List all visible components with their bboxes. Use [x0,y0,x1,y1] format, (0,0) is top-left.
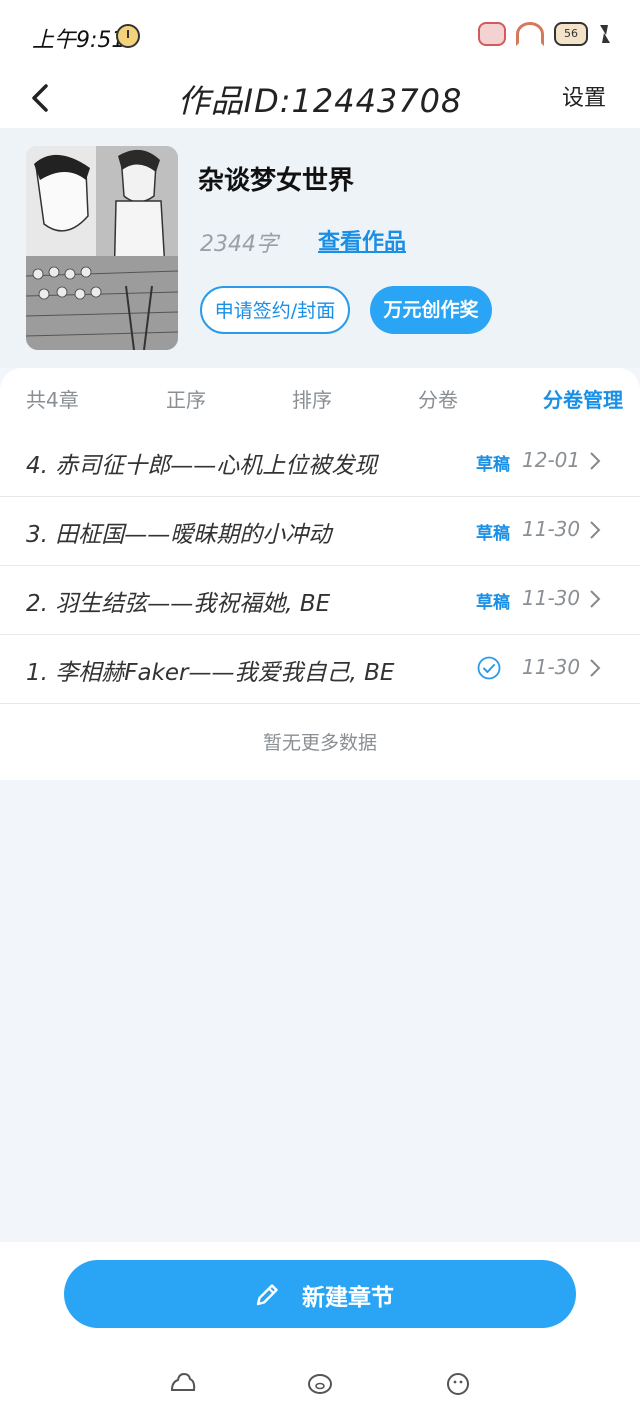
page-title: 作品ID:12443708 [177,82,463,120]
manga-cover-illustration [26,146,178,350]
word-count: 2344字 [200,232,278,257]
chevron-right-icon [590,590,601,608]
creation-award-button[interactable]: 万元创作奖 [370,286,492,334]
charging-bolt-icon [598,23,610,45]
bottom-bar: 新建章节 [0,1242,640,1422]
chapter-date: 11-30 [522,586,581,610]
chapter-date: 11-30 [522,517,581,541]
header: 作品ID:12443708 设置 [0,68,640,128]
chapter-title: 3. 田柾国——暧昧期的小冲动 [26,522,332,548]
chapter-title: 2. 羽生结弦——我祝福她, BE [26,591,331,617]
draft-tag: 草稿 [476,455,510,475]
new-chapter-button[interactable]: 新建章节 [64,1260,576,1328]
chapter-row[interactable]: 2. 羽生结弦——我祝福她, BE 草稿 11-30 [0,566,640,635]
chapter-count: 共4章 [26,388,79,412]
chapter-title: 4. 赤司征十郎——心机上位被发现 [26,453,378,479]
chevron-right-icon [590,659,601,677]
new-chapter-label: 新建章节 [302,1285,394,1311]
status-bar: 上午9:51 56 [0,0,640,68]
chapter-date: 11-30 [522,655,581,679]
nav-pig-icon[interactable] [305,1368,335,1398]
published-check-icon [477,656,501,680]
sort-button[interactable]: 排序 [292,384,332,413]
status-icons: 56 [478,22,610,46]
signal-icon [478,22,506,46]
apply-contract-button[interactable]: 申请签约/封面 [200,286,350,334]
chapter-toolbar: 共4章 正序 排序 分卷 分卷管理 [0,368,640,428]
nav-home-icon[interactable] [168,1368,198,1398]
chevron-right-icon [590,452,601,470]
no-more-data-text: 暂无更多数据 [262,732,377,754]
chapter-row[interactable]: 3. 田柾国——暧昧期的小冲动 草稿 11-30 [0,497,640,566]
order-toggle[interactable]: 正序 [166,384,206,413]
view-work-link[interactable]: 查看作品 [318,224,406,256]
system-nav-bar [0,1368,640,1408]
nav-bird-icon[interactable] [443,1368,473,1398]
chapter-row[interactable]: 1. 李相赫Faker——我爱我自己, BE 11-30 [0,635,640,704]
wifi-icon [516,22,544,46]
chapter-list-panel: 共4章 正序 排序 分卷 分卷管理 4. 赤司征十郎——心机上位被发现 草稿 1… [0,368,640,780]
volume-manage-button[interactable]: 分卷管理 [543,384,623,413]
draft-tag: 草稿 [476,593,510,613]
work-title: 杂谈梦女世界 [198,166,355,196]
pencil-icon [256,1284,278,1306]
chapter-date: 12-01 [522,448,581,472]
status-time: 上午9:51 [32,28,126,53]
chevron-right-icon [590,521,601,539]
battery-icon: 56 [554,22,588,46]
chapter-row[interactable]: 4. 赤司征十郎——心机上位被发现 草稿 12-01 [0,428,640,497]
cover-image[interactable] [26,146,178,350]
alarm-clock-icon [116,24,140,48]
work-info-card: 杂谈梦女世界 2344字 查看作品 申请签约/封面 万元创作奖 [0,128,640,368]
settings-button[interactable]: 设置 [562,80,606,112]
volume-button[interactable]: 分卷 [418,384,458,413]
chapter-title: 1. 李相赫Faker——我爱我自己, BE [26,660,395,686]
draft-tag: 草稿 [476,524,510,544]
